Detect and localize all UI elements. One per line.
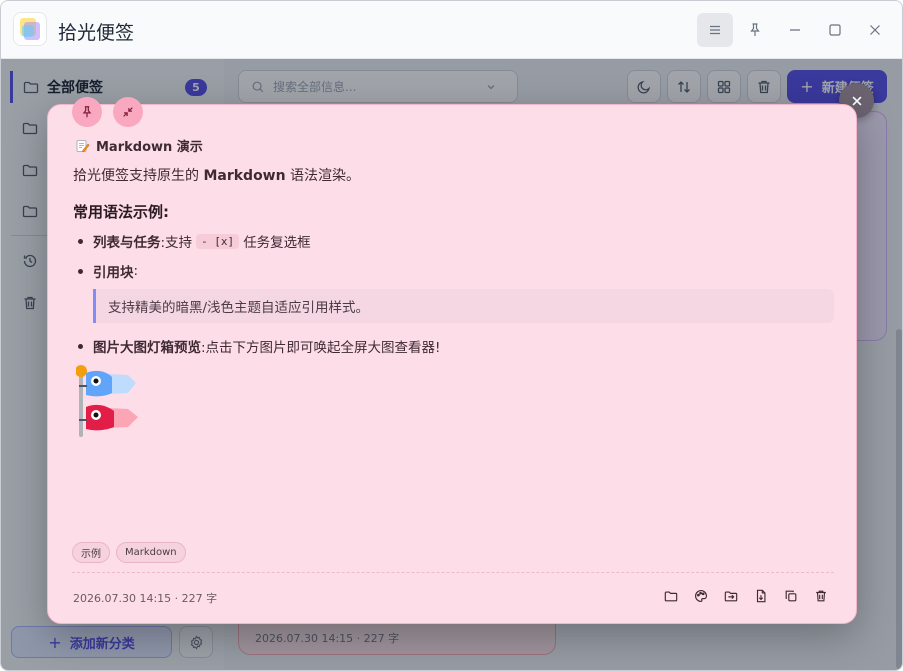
tag-chip[interactable]: 示例	[72, 542, 110, 563]
list-item-bold: 引用块	[93, 265, 134, 281]
memo-icon	[76, 139, 90, 153]
note-intro: 拾光便签支持原生的 Markdown 语法渲染。	[73, 165, 360, 185]
menu-button[interactable]	[697, 13, 733, 47]
app-window: 拾光便签 全部便签 5 + 添加新分类 搜索全部信息... + 2026.07.…	[0, 0, 903, 671]
list-item-bold: 列表与任务	[93, 235, 161, 251]
bullet	[78, 268, 83, 274]
maximize-button[interactable]	[817, 13, 853, 47]
list-item-text: :点击下方图片即可唤起全屏大图查看器!	[201, 340, 441, 356]
close-icon	[870, 25, 880, 35]
copy-button[interactable]	[782, 587, 800, 605]
bullet	[78, 343, 83, 349]
close-window-button[interactable]	[857, 13, 893, 47]
title-bar: 拾光便签	[1, 1, 902, 59]
minimize-button[interactable]	[777, 13, 813, 47]
note-meta: 2026.07.30 14:15 · 227 字	[73, 592, 218, 605]
blockquote: 支持精美的暗黑/浅色主题自适应引用样式。	[93, 289, 834, 323]
inline-code: - [x]	[196, 233, 240, 249]
pin-icon	[750, 23, 760, 36]
bullet	[78, 238, 83, 244]
intro-prefix: 拾光便签支持原生的	[73, 168, 204, 184]
list-item: 列表与任务 :支持 - [x] 任务复选框	[78, 231, 311, 251]
move-button[interactable]	[722, 587, 740, 605]
palette-icon	[695, 590, 707, 602]
list-item-bold: 图片大图灯箱预览	[93, 340, 201, 356]
app-logo-icon	[14, 13, 46, 45]
list-item-text: :支持	[160, 235, 193, 251]
export-file-icon	[756, 589, 766, 603]
folder-button[interactable]	[662, 587, 680, 605]
pin-note-button[interactable]	[72, 97, 102, 127]
collapse-button[interactable]	[113, 97, 143, 127]
tag-chip[interactable]: Markdown	[116, 542, 186, 563]
pin-window-button[interactable]	[737, 13, 773, 47]
menu-icon	[710, 25, 720, 35]
export-button[interactable]	[752, 587, 770, 605]
intro-bold: Markdown	[203, 168, 286, 184]
app-title: 拾光便签	[58, 22, 135, 44]
list-item: 图片大图灯箱预览 :点击下方图片即可唤起全屏大图查看器!	[78, 336, 440, 356]
note-title-text: Markdown 演示	[96, 140, 203, 155]
delete-note-button[interactable]	[812, 587, 830, 605]
copy-icon	[785, 590, 797, 602]
list-item: 引用块 :	[78, 261, 138, 281]
close-icon	[851, 95, 862, 106]
koi-streamer-image[interactable]	[76, 365, 146, 439]
note-heading: 常用语法示例:	[73, 203, 169, 221]
move-folder-icon	[724, 591, 738, 602]
note-preview-modal: Markdown 演示 拾光便签支持原生的 Markdown 语法渲染。 常用语…	[47, 97, 857, 624]
list-item-after: 任务复选框	[243, 235, 311, 251]
collapse-icon	[123, 107, 133, 117]
pin-icon	[82, 106, 92, 118]
maximize-icon	[829, 24, 841, 36]
color-button[interactable]	[692, 587, 710, 605]
note-title: Markdown 演示	[76, 136, 203, 155]
folder-icon	[664, 591, 678, 602]
list-item-text: :	[133, 263, 139, 279]
trash-icon	[816, 590, 826, 602]
footer-divider	[72, 572, 834, 573]
minimize-icon	[790, 29, 800, 31]
intro-suffix: 语法渲染。	[285, 168, 361, 184]
